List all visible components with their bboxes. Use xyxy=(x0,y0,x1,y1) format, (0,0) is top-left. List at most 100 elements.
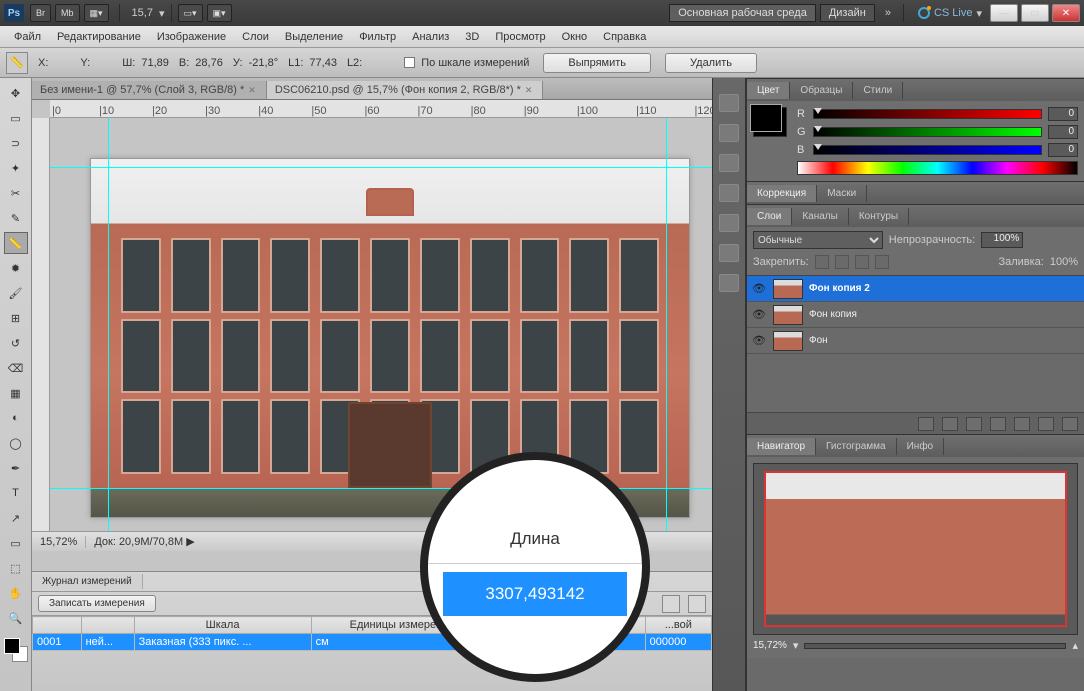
menu-layer[interactable]: Слои xyxy=(234,28,277,46)
ruler-vertical[interactable] xyxy=(32,118,50,531)
marquee-tool[interactable]: ▭ xyxy=(4,107,28,129)
nav-zoom-value[interactable]: 15,72% xyxy=(753,640,787,651)
menu-filter[interactable]: Фильтр xyxy=(351,28,404,46)
tab-swatches[interactable]: Образцы xyxy=(790,82,853,99)
layer-name[interactable]: Фон xyxy=(809,335,828,346)
eraser-tool[interactable]: ⌫ xyxy=(4,357,28,379)
g-slider[interactable] xyxy=(813,127,1042,137)
visibility-icon[interactable]: 👁 xyxy=(751,308,767,321)
close-button[interactable]: ✕ xyxy=(1052,4,1080,22)
tab-masks[interactable]: Маски xyxy=(817,185,867,202)
record-measurements-button[interactable]: Записать измерения xyxy=(38,595,156,612)
menu-edit[interactable]: Редактирование xyxy=(49,28,149,46)
log-delete-icon[interactable] xyxy=(688,595,706,613)
close-icon[interactable]: ✕ xyxy=(525,85,533,96)
path-tool[interactable]: ↗ xyxy=(4,507,28,529)
menu-view[interactable]: Просмотр xyxy=(487,28,553,46)
close-icon[interactable]: ✕ xyxy=(248,85,256,96)
use-scale-checkbox[interactable] xyxy=(404,57,415,68)
workspace-design[interactable]: Дизайн xyxy=(820,4,875,22)
layer-row[interactable]: 👁 Фон копия 2 xyxy=(747,276,1084,302)
minimize-button[interactable]: — xyxy=(990,4,1018,22)
ruler-tool[interactable]: 📏 xyxy=(4,232,28,254)
col-end[interactable]: ...вой xyxy=(645,617,711,634)
bridge-button[interactable]: Br xyxy=(30,4,51,22)
fx-icon[interactable] xyxy=(942,417,958,431)
workspace-essentials[interactable]: Основная рабочая среда xyxy=(669,4,816,22)
menu-file[interactable]: Файл xyxy=(6,28,49,46)
menu-help[interactable]: Справка xyxy=(595,28,654,46)
menu-image[interactable]: Изображение xyxy=(149,28,234,46)
trash-icon[interactable] xyxy=(1062,417,1078,431)
history-icon[interactable] xyxy=(719,124,739,142)
layer-row[interactable]: 👁 Фон xyxy=(747,328,1084,354)
minibridge-icon[interactable] xyxy=(719,94,739,112)
log-options-icon[interactable] xyxy=(662,595,680,613)
lock-transparency-icon[interactable] xyxy=(815,255,829,269)
menu-3d[interactable]: 3D xyxy=(457,28,487,46)
ruler-tool-icon[interactable]: 📏 xyxy=(6,52,28,74)
layer-row[interactable]: 👁 Фон копия xyxy=(747,302,1084,328)
pen-tool[interactable]: ✒ xyxy=(4,457,28,479)
type-tool[interactable]: T xyxy=(4,482,28,504)
menu-window[interactable]: Окно xyxy=(554,28,596,46)
view-extras-button[interactable]: ▦▾ xyxy=(84,4,109,22)
paragraph-icon[interactable] xyxy=(719,274,739,292)
screenmode-button[interactable]: ▣▾ xyxy=(207,4,232,22)
col-blank[interactable] xyxy=(33,617,82,634)
more-workspaces-icon[interactable]: » xyxy=(885,7,891,19)
eyedropper-tool[interactable]: ✎ xyxy=(4,207,28,229)
visibility-icon[interactable]: 👁 xyxy=(751,334,767,347)
layer-thumb[interactable] xyxy=(773,279,803,299)
layer-thumb[interactable] xyxy=(773,331,803,351)
tab-info[interactable]: Инфо xyxy=(897,438,945,455)
gradient-tool[interactable]: ▦ xyxy=(4,382,28,404)
tab-color[interactable]: Цвет xyxy=(747,82,790,99)
healing-tool[interactable]: ✹ xyxy=(4,257,28,279)
opacity-value[interactable]: 100% xyxy=(981,232,1023,248)
col-blank2[interactable] xyxy=(81,617,134,634)
maximize-button[interactable]: ▭ xyxy=(1021,4,1049,22)
brush-tool[interactable]: 🖌 xyxy=(4,282,28,304)
tab-paths[interactable]: Контуры xyxy=(849,208,909,225)
blend-mode-select[interactable]: Обычные xyxy=(753,231,883,249)
zoom-tool[interactable]: 🔍 xyxy=(4,607,28,629)
color-swatch[interactable] xyxy=(753,107,787,137)
tab-adjustments[interactable]: Коррекция xyxy=(747,185,817,202)
tab-histogram[interactable]: Гистограмма xyxy=(816,438,897,455)
hand-tool[interactable]: ✋ xyxy=(4,582,28,604)
layer-name[interactable]: Фон копия xyxy=(809,309,857,320)
lock-all-icon[interactable] xyxy=(875,255,889,269)
g-value[interactable]: 0 xyxy=(1048,125,1078,139)
wand-tool[interactable]: ✦ xyxy=(4,157,28,179)
canvas[interactable] xyxy=(50,118,712,531)
new-layer-icon[interactable] xyxy=(1038,417,1054,431)
color-swatches[interactable] xyxy=(4,638,28,662)
delete-button[interactable]: Удалить xyxy=(665,53,757,73)
tab-navigator[interactable]: Навигатор xyxy=(747,438,816,455)
layer-name[interactable]: Фон копия 2 xyxy=(809,283,870,294)
r-slider[interactable] xyxy=(813,109,1042,119)
crop-tool[interactable]: ✂ xyxy=(4,182,28,204)
move-tool[interactable]: ✥ xyxy=(4,82,28,104)
actions-icon[interactable] xyxy=(719,154,739,172)
mask-icon[interactable] xyxy=(966,417,982,431)
spectrum-ramp[interactable] xyxy=(797,161,1078,175)
measurement-log-tab[interactable]: Журнал измерений xyxy=(32,574,143,589)
col-scale[interactable]: Шкала xyxy=(134,617,311,634)
tab-layers[interactable]: Слои xyxy=(747,208,792,225)
fill-value[interactable]: 100% xyxy=(1050,256,1078,268)
visibility-icon[interactable]: 👁 xyxy=(751,282,767,295)
lasso-tool[interactable]: ⊃ xyxy=(4,132,28,154)
clone-source-icon[interactable] xyxy=(719,214,739,232)
zoom-out-icon[interactable]: ▾ xyxy=(793,639,799,652)
straighten-button[interactable]: Выпрямить xyxy=(543,53,651,73)
shape-tool[interactable]: ▭ xyxy=(4,532,28,554)
history-brush-tool[interactable]: ↺ xyxy=(4,332,28,354)
lock-position-icon[interactable] xyxy=(855,255,869,269)
foreground-swatch[interactable] xyxy=(4,638,20,654)
character-icon[interactable] xyxy=(719,244,739,262)
layer-thumb[interactable] xyxy=(773,305,803,325)
r-value[interactable]: 0 xyxy=(1048,107,1078,121)
arrange-button[interactable]: ▭▾ xyxy=(178,4,203,22)
